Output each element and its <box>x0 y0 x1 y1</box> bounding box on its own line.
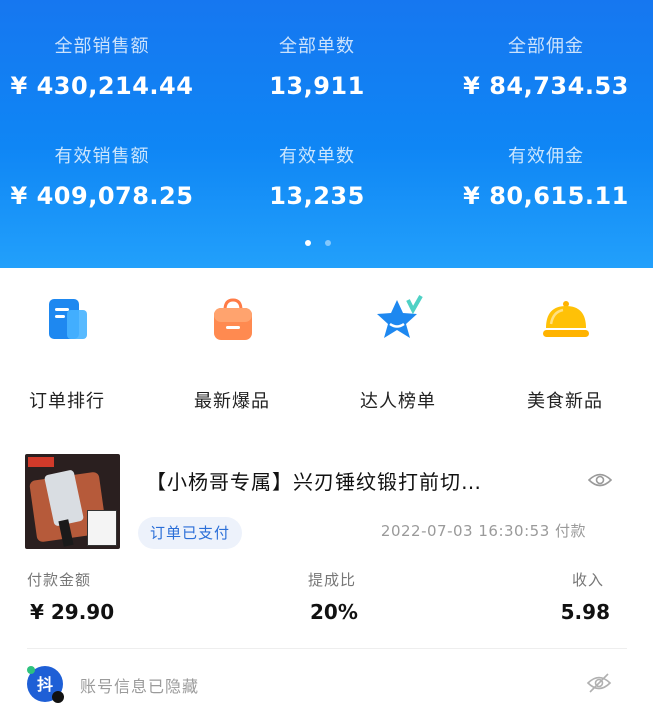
stat-label: 全部销售额 <box>54 36 150 57</box>
eye-off-icon[interactable] <box>586 672 612 694</box>
carousel-dot-active[interactable] <box>305 240 311 246</box>
stat-value: ¥ 84,734.53 <box>463 72 629 100</box>
stat-value: ¥ 430,214.44 <box>10 72 194 100</box>
payment-amount-value: ¥ 29.90 <box>30 600 115 624</box>
stat-value: 13,235 <box>269 182 365 210</box>
stat-valid-orders: 有效单数 13,235 <box>207 142 427 210</box>
eye-icon[interactable] <box>588 470 612 490</box>
carousel-indicator[interactable] <box>300 240 350 248</box>
stats-row-all: 全部销售额 ¥ 430,214.44 全部单数 13,911 全部佣金 ¥ 84… <box>0 32 653 112</box>
menu-item-hot-products[interactable]: 最新爆品 <box>162 294 302 412</box>
stat-label: 有效销售额 <box>54 146 150 167</box>
income-value: 5.98 <box>560 600 610 624</box>
document-icon <box>49 299 87 339</box>
order-status-badge: 订单已支付 <box>138 517 243 549</box>
food-cloche-icon <box>543 301 589 337</box>
order-card[interactable]: 【小杨哥专属】兴刃锤纹锻打前切… 订单已支付 2022-07-03 16:30:… <box>0 440 653 727</box>
stat-label: 有效单数 <box>279 146 355 167</box>
stat-value: 13,911 <box>269 72 365 100</box>
douyin-account-icon: 抖 <box>27 666 64 703</box>
menu-label: 达人榜单 <box>360 391 436 412</box>
menu-label: 最新爆品 <box>194 391 270 412</box>
stats-header: 全部销售额 ¥ 430,214.44 全部单数 13,911 全部佣金 ¥ 84… <box>0 0 653 268</box>
quick-menu: 订单排行 最新爆品 达人榜单 美食新品 <box>0 268 653 418</box>
divider <box>27 648 627 649</box>
stats-row-valid: 有效销售额 ¥ 409,078.25 有效单数 13,235 有效佣金 ¥ 80… <box>0 142 653 222</box>
commission-rate-label: 提成比 <box>308 571 357 589</box>
stat-value: ¥ 80,615.11 <box>463 182 629 210</box>
product-title[interactable]: 【小杨哥专属】兴刃锤纹锻打前切… <box>146 466 566 498</box>
product-thumbnail[interactable] <box>25 454 120 549</box>
stat-value: ¥ 409,078.25 <box>10 182 194 210</box>
shopping-bag-icon <box>214 298 252 340</box>
menu-label: 订单排行 <box>29 391 105 412</box>
account-hidden-text: 账号信息已隐藏 <box>80 677 200 696</box>
payment-amount-label: 付款金额 <box>27 571 92 589</box>
commission-rate-value: 20% <box>310 600 358 624</box>
stat-label: 有效佣金 <box>508 146 584 167</box>
stat-total-commission: 全部佣金 ¥ 84,734.53 <box>436 32 653 100</box>
menu-item-order-ranking[interactable]: 订单排行 <box>0 294 137 412</box>
svg-text:抖: 抖 <box>37 675 53 694</box>
menu-item-influencer-ranking[interactable]: 达人榜单 <box>328 294 468 412</box>
income-label: 收入 <box>571 571 604 589</box>
menu-label: 美食新品 <box>527 391 603 412</box>
payment-time: 2022-07-03 16:30:53 付款 <box>380 522 586 540</box>
stat-label: 全部单数 <box>279 36 355 57</box>
star-check-icon <box>377 295 423 338</box>
stat-valid-sales: 有效销售额 ¥ 409,078.25 <box>0 142 212 210</box>
carousel-dot[interactable] <box>325 240 331 246</box>
stat-total-orders: 全部单数 13,911 <box>207 32 427 100</box>
stat-valid-commission: 有效佣金 ¥ 80,615.11 <box>436 142 653 210</box>
stat-total-sales: 全部销售额 ¥ 430,214.44 <box>0 32 212 100</box>
stat-label: 全部佣金 <box>508 36 584 57</box>
menu-item-food-new[interactable]: 美食新品 <box>495 294 635 412</box>
